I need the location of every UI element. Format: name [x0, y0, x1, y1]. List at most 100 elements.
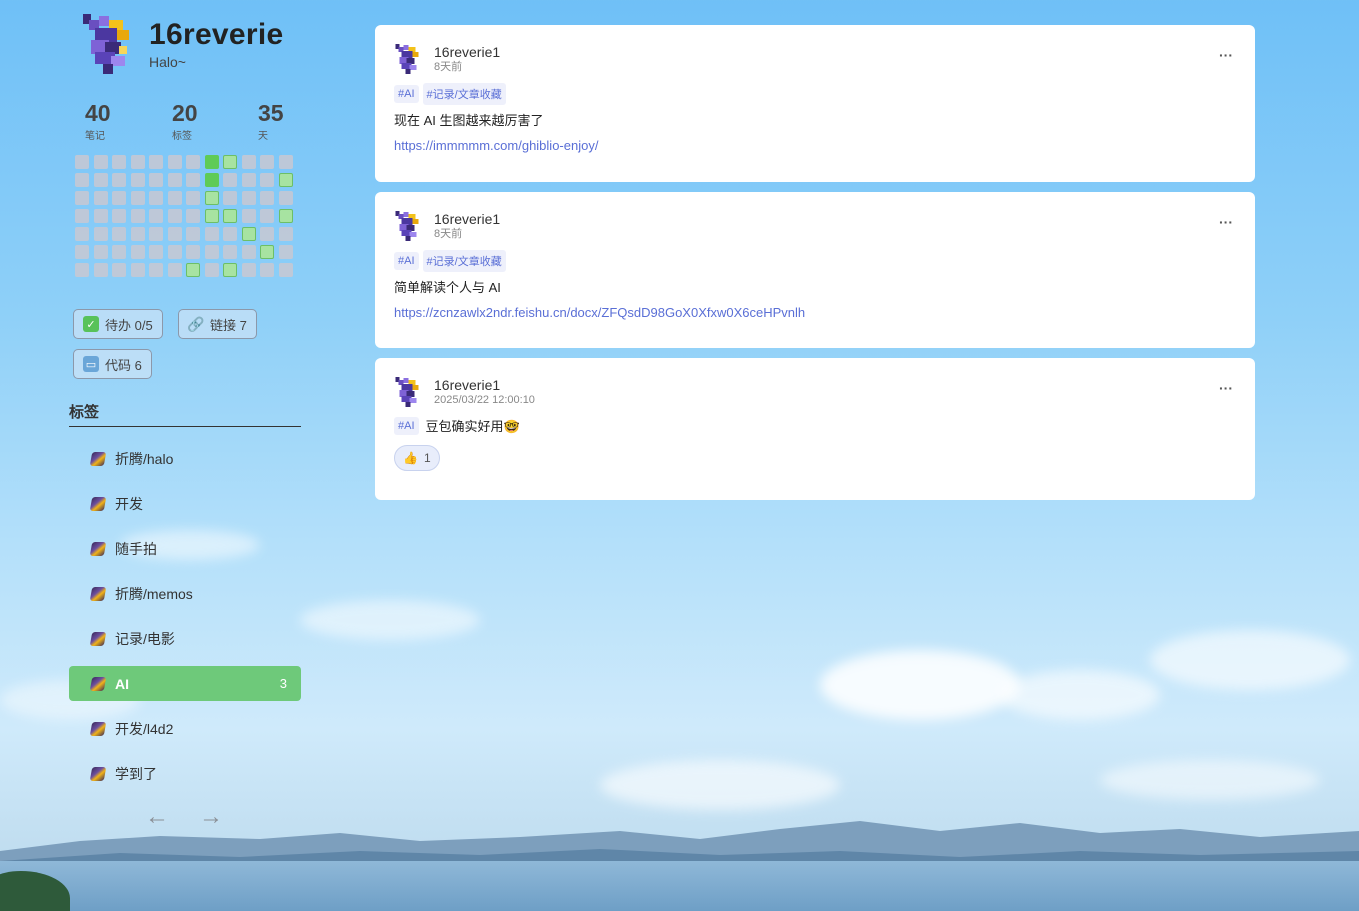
heatmap-cell[interactable]: [112, 209, 126, 223]
author-name[interactable]: 16reverie1: [434, 44, 500, 60]
heatmap-cell[interactable]: [204, 263, 219, 277]
heatmap-cell[interactable]: [130, 209, 145, 223]
heatmap-cell[interactable]: [204, 209, 219, 223]
heatmap-cell[interactable]: [75, 245, 89, 259]
code-chip[interactable]: ▭ 代码 6: [73, 349, 152, 379]
heatmap-cell[interactable]: [112, 155, 126, 169]
author-avatar[interactable]: [394, 376, 422, 408]
heatmap-cell[interactable]: [130, 227, 145, 241]
heatmap-cell[interactable]: [223, 155, 237, 169]
heatmap-cell[interactable]: [112, 245, 126, 259]
tag-item-dev[interactable]: 开发: [69, 486, 301, 521]
post-link[interactable]: https://immmmm.com/ghiblio-enjoy/: [394, 138, 1236, 153]
heatmap-cell[interactable]: [241, 155, 256, 169]
heatmap-cell[interactable]: [186, 227, 200, 241]
heatmap-cell[interactable]: [149, 191, 163, 205]
arrow-right-icon[interactable]: →: [199, 803, 223, 831]
arrow-left-icon[interactable]: ←: [145, 803, 169, 831]
heatmap-cell[interactable]: [93, 227, 108, 241]
heatmap-cell[interactable]: [75, 191, 89, 205]
heatmap-cell[interactable]: [167, 173, 182, 187]
heatmap-cell[interactable]: [260, 191, 274, 205]
heatmap-cell[interactable]: [186, 209, 200, 223]
heatmap-cell[interactable]: [75, 173, 89, 187]
stat-notes[interactable]: 40 笔记: [85, 100, 111, 142]
stat-tags[interactable]: 20 标签: [172, 100, 198, 142]
heatmap-cell[interactable]: [223, 263, 237, 277]
heatmap-cell[interactable]: [93, 263, 108, 277]
heatmap-cell[interactable]: [167, 263, 182, 277]
post-tag[interactable]: #记录/文章收藏: [422, 83, 506, 105]
heatmap-cell[interactable]: [93, 173, 108, 187]
heatmap-cell[interactable]: [278, 227, 293, 241]
heatmap-cell[interactable]: [241, 263, 256, 277]
heatmap-cell[interactable]: [204, 245, 219, 259]
heatmap-cell[interactable]: [167, 191, 182, 205]
more-options-icon[interactable]: ···: [1219, 380, 1233, 396]
heatmap-cell[interactable]: [149, 155, 163, 169]
heatmap-cell[interactable]: [167, 245, 182, 259]
heatmap-cell[interactable]: [130, 191, 145, 205]
heatmap-cell[interactable]: [204, 227, 219, 241]
heatmap-cell[interactable]: [186, 191, 200, 205]
heatmap-cell[interactable]: [260, 245, 274, 259]
post-tag[interactable]: #AI: [394, 252, 419, 270]
more-options-icon[interactable]: ···: [1219, 214, 1233, 230]
heatmap-cell[interactable]: [149, 209, 163, 223]
post-link[interactable]: https://zcnzawlx2ndr.feishu.cn/docx/ZFQs…: [394, 305, 1236, 320]
heatmap-cell[interactable]: [130, 263, 145, 277]
heatmap-cell[interactable]: [112, 191, 126, 205]
heatmap-cell[interactable]: [278, 263, 293, 277]
heatmap-cell[interactable]: [260, 209, 274, 223]
heatmap-cell[interactable]: [149, 173, 163, 187]
heatmap-cell[interactable]: [260, 173, 274, 187]
todo-chip[interactable]: ✓ 待办 0/5: [73, 309, 163, 339]
heatmap-cell[interactable]: [186, 263, 200, 277]
heatmap-cell[interactable]: [75, 209, 89, 223]
heatmap-cell[interactable]: [278, 209, 293, 223]
heatmap-cell[interactable]: [241, 227, 256, 241]
heatmap-cell[interactable]: [260, 263, 274, 277]
tag-item-l4d2[interactable]: 开发/l4d2: [69, 711, 301, 746]
tag-item-learned[interactable]: 学到了: [69, 756, 301, 791]
heatmap-cell[interactable]: [223, 191, 237, 205]
author-avatar[interactable]: [394, 43, 422, 75]
heatmap-cell[interactable]: [204, 173, 219, 187]
heatmap-cell[interactable]: [167, 209, 182, 223]
heatmap-cell[interactable]: [149, 227, 163, 241]
avatar[interactable]: [81, 12, 135, 76]
links-chip[interactable]: 🔗 链接 7: [178, 309, 257, 339]
author-name[interactable]: 16reverie1: [434, 377, 535, 393]
heatmap-cell[interactable]: [241, 191, 256, 205]
heatmap-cell[interactable]: [167, 227, 182, 241]
heatmap-cell[interactable]: [278, 173, 293, 187]
heatmap-cell[interactable]: [223, 209, 237, 223]
heatmap-cell[interactable]: [204, 155, 219, 169]
tag-item-snapshot[interactable]: 随手拍: [69, 531, 301, 566]
heatmap-cell[interactable]: [278, 155, 293, 169]
more-options-icon[interactable]: ···: [1219, 47, 1233, 63]
heatmap-cell[interactable]: [75, 155, 89, 169]
tag-item-halo[interactable]: 折腾/halo: [69, 441, 301, 476]
heatmap-cell[interactable]: [223, 227, 237, 241]
heatmap-cell[interactable]: [260, 227, 274, 241]
heatmap-cell[interactable]: [130, 245, 145, 259]
heatmap-cell[interactable]: [75, 263, 89, 277]
heatmap-cell[interactable]: [241, 209, 256, 223]
post-tag[interactable]: #AI: [394, 85, 419, 103]
tag-item-ai[interactable]: AI 3: [69, 666, 301, 701]
heatmap-cell[interactable]: [186, 173, 200, 187]
post-tag[interactable]: #记录/文章收藏: [422, 250, 506, 272]
heatmap-cell[interactable]: [112, 173, 126, 187]
heatmap-cell[interactable]: [112, 227, 126, 241]
heatmap-cell[interactable]: [130, 173, 145, 187]
stat-days[interactable]: 35 天: [258, 100, 284, 142]
heatmap-cell[interactable]: [223, 245, 237, 259]
reaction-button[interactable]: 👍 1: [394, 445, 440, 471]
tag-item-movie[interactable]: 记录/电影: [69, 621, 301, 656]
heatmap-cell[interactable]: [149, 263, 163, 277]
heatmap-cell[interactable]: [186, 245, 200, 259]
heatmap-cell[interactable]: [241, 173, 256, 187]
heatmap-cell[interactable]: [149, 245, 163, 259]
heatmap-cell[interactable]: [167, 155, 182, 169]
